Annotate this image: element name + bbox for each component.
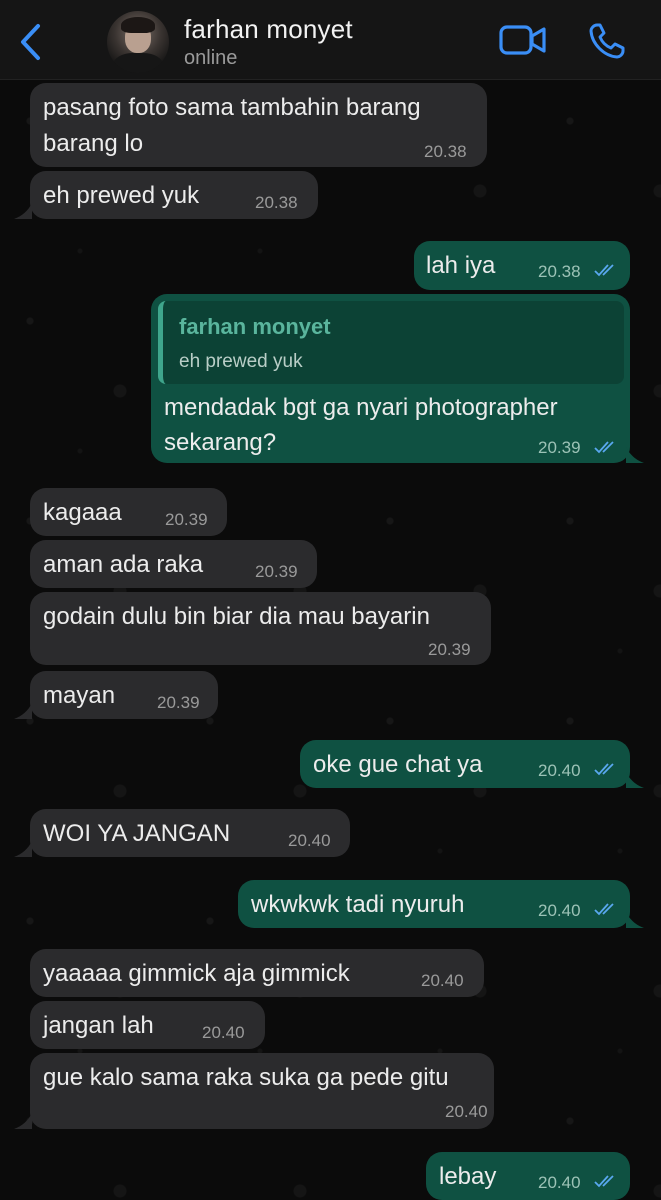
bubble-tail xyxy=(626,447,644,463)
message-time: 20.40 xyxy=(202,1023,245,1042)
message-outgoing[interactable]: lebay 20.40 xyxy=(426,1152,630,1200)
message-text: wkwkwk tadi nyuruh xyxy=(251,891,465,918)
video-call-button[interactable] xyxy=(498,20,548,60)
message-incoming[interactable]: mayan 20.39 xyxy=(30,671,218,719)
message-time: 20.39 xyxy=(428,640,471,659)
message-time: 20.40 xyxy=(445,1102,488,1121)
message-text: eh prewed yuk xyxy=(43,182,200,209)
message-incoming[interactable]: gue kalo sama raka suka ga pede gitu 20.… xyxy=(30,1053,494,1129)
bubble-tail xyxy=(14,203,32,219)
contact-status: online xyxy=(184,47,238,69)
contact-name[interactable]: farhan monyet xyxy=(184,14,353,45)
message-outgoing[interactable]: wkwkwk tadi nyuruh 20.40 xyxy=(238,880,630,928)
contact-avatar[interactable] xyxy=(107,11,169,73)
message-text: kagaaa xyxy=(43,499,122,526)
bubble-tail xyxy=(14,703,32,719)
message-text: jangan lah xyxy=(43,1012,154,1039)
message-text: godain dulu bin biar dia mau bayarin xyxy=(43,603,430,630)
message-outgoing[interactable]: lah iya 20.38 xyxy=(414,241,630,290)
message-text: sekarang? xyxy=(164,429,277,456)
bubble-tail xyxy=(14,841,32,857)
message-time: 20.40 xyxy=(538,901,581,920)
voice-call-button[interactable] xyxy=(584,20,630,62)
chat-header: farhan monyet online xyxy=(0,0,661,80)
double-check-icon xyxy=(594,1175,614,1188)
message-text: WOI YA JANGAN xyxy=(43,820,231,847)
bubble-tail xyxy=(14,1113,32,1129)
message-text: oke gue chat ya xyxy=(313,751,483,778)
message-outgoing[interactable]: farhan monyet eh prewed yuk mendadak bgt… xyxy=(151,294,630,463)
phone-icon xyxy=(589,23,625,59)
message-incoming[interactable]: pasang foto sama tambahin barang barang … xyxy=(30,83,487,167)
message-outgoing[interactable]: oke gue chat ya 20.40 xyxy=(300,740,630,788)
message-incoming[interactable]: kagaaa 20.39 xyxy=(30,488,227,536)
message-time: 20.38 xyxy=(424,142,467,161)
back-button[interactable] xyxy=(8,20,52,64)
video-camera-icon xyxy=(499,25,546,55)
double-check-icon xyxy=(594,763,614,776)
message-text: aman ada raka xyxy=(43,551,204,578)
quoted-sender: farhan monyet xyxy=(179,314,331,339)
bubble-tail xyxy=(626,912,644,928)
message-text: mendadak bgt ga nyari photographer xyxy=(164,394,558,421)
message-time: 20.39 xyxy=(165,510,208,529)
message-time: 20.40 xyxy=(538,1173,581,1192)
message-text: mayan xyxy=(43,682,116,709)
message-time: 20.40 xyxy=(421,971,464,990)
message-text: gue kalo sama raka suka ga pede gitu xyxy=(43,1064,449,1091)
message-incoming[interactable]: eh prewed yuk 20.38 xyxy=(30,171,318,219)
quoted-text: eh prewed yuk xyxy=(179,351,303,372)
double-check-icon xyxy=(594,264,614,277)
message-incoming[interactable]: yaaaaa gimmick aja gimmick 20.40 xyxy=(30,949,484,997)
chat-area[interactable]: pasang foto sama tambahin barang barang … xyxy=(0,81,661,1200)
message-time: 20.39 xyxy=(255,562,298,581)
quoted-message[interactable]: farhan monyet eh prewed yuk xyxy=(158,301,624,384)
message-text: yaaaaa gimmick aja gimmick xyxy=(43,960,350,987)
double-check-icon xyxy=(594,441,614,454)
message-text: barang lo xyxy=(43,130,144,157)
message-time: 20.38 xyxy=(255,193,298,212)
message-incoming[interactable]: godain dulu bin biar dia mau bayarin 20.… xyxy=(30,592,491,665)
message-text: pasang foto sama tambahin barang xyxy=(43,94,421,121)
message-time: 20.39 xyxy=(157,693,200,712)
message-text: lebay xyxy=(439,1163,497,1190)
message-time: 20.38 xyxy=(538,262,581,281)
message-text: lah iya xyxy=(426,252,496,279)
bubble-tail xyxy=(626,772,644,788)
message-time: 20.39 xyxy=(538,438,581,457)
message-time: 20.40 xyxy=(288,831,331,850)
message-incoming[interactable]: WOI YA JANGAN 20.40 xyxy=(30,809,350,857)
message-time: 20.40 xyxy=(538,761,581,780)
double-check-icon xyxy=(594,903,614,916)
chevron-left-icon xyxy=(21,24,40,60)
message-incoming[interactable]: jangan lah 20.40 xyxy=(30,1001,265,1049)
message-incoming[interactable]: aman ada raka 20.39 xyxy=(30,540,317,588)
